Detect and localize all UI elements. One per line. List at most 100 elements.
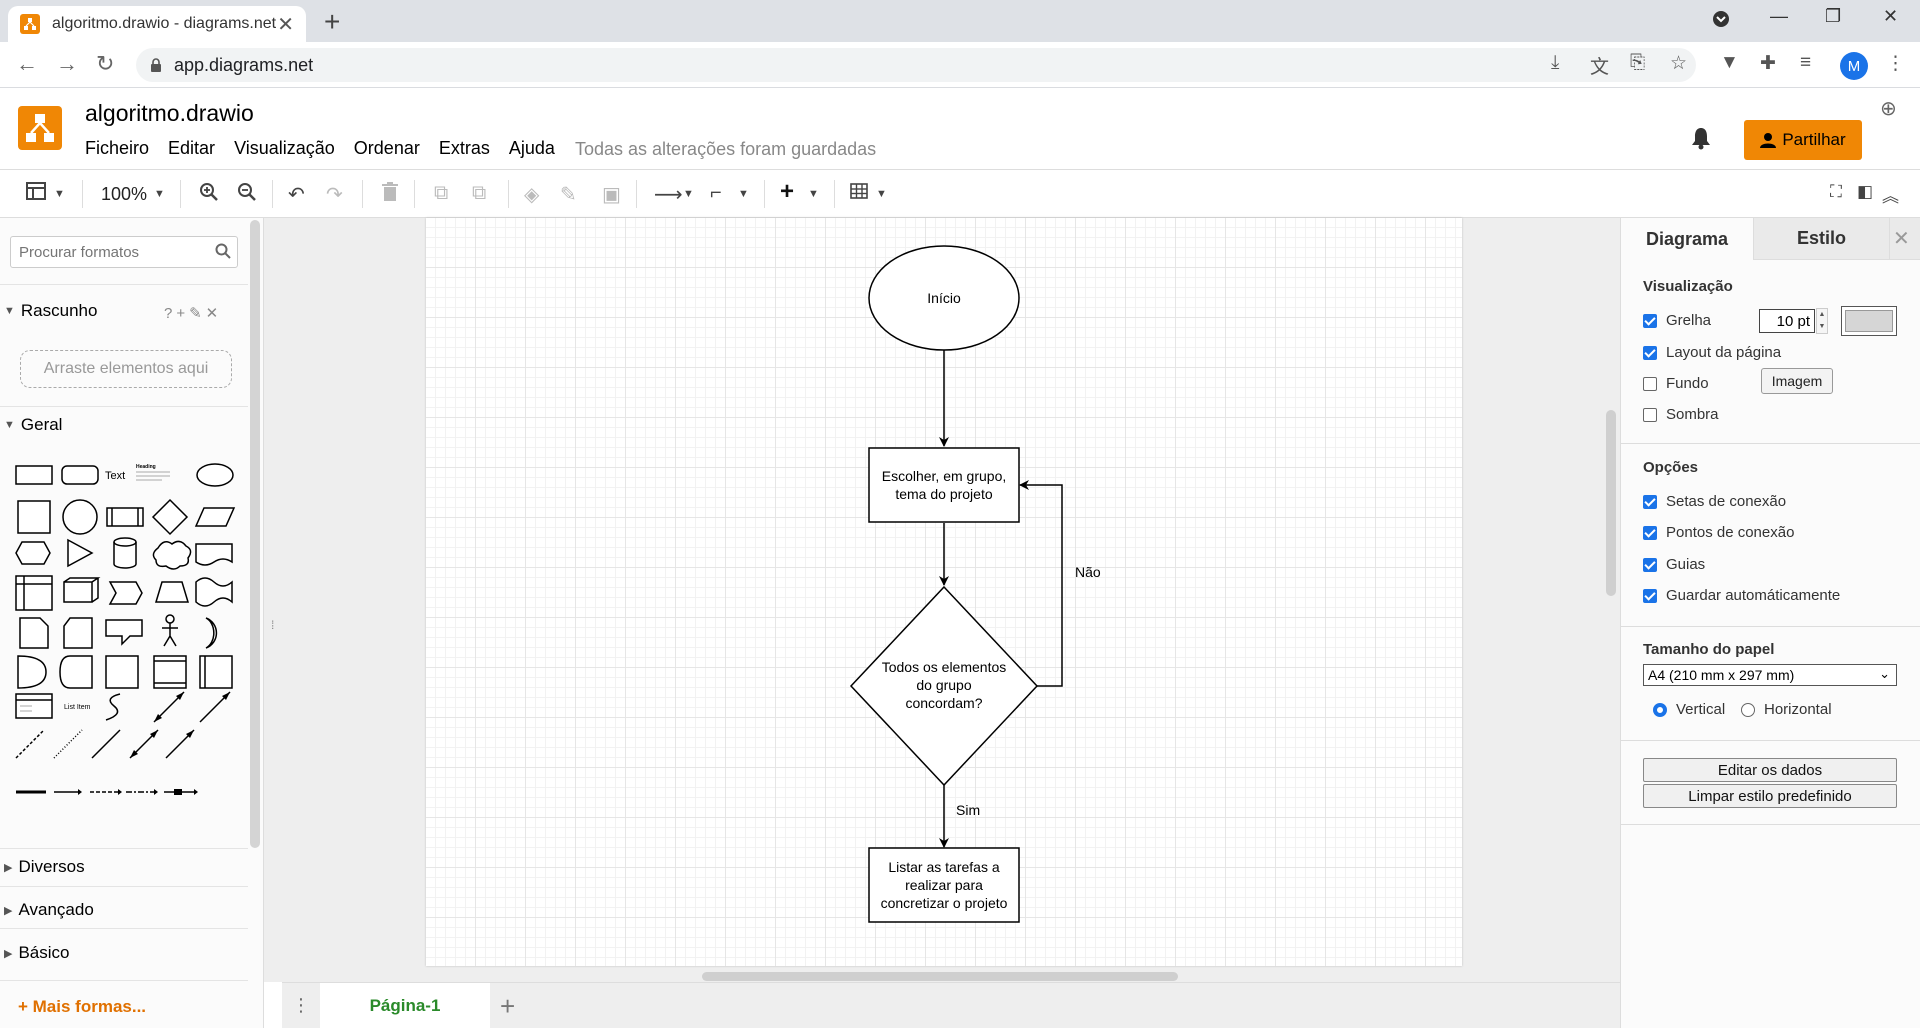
delay-shape[interactable] bbox=[17, 655, 47, 689]
close-tab-icon[interactable]: ✕ bbox=[277, 12, 294, 37]
rounded-rectangle-shape[interactable] bbox=[61, 465, 99, 485]
new-tab-icon[interactable]: + bbox=[324, 6, 340, 38]
zoom-out-icon[interactable] bbox=[237, 182, 257, 208]
text-shape[interactable]: Text bbox=[105, 470, 125, 482]
edit-data-button[interactable]: Editar os dados bbox=[1643, 758, 1897, 782]
document-title[interactable]: algoritmo.drawio bbox=[85, 100, 254, 127]
page-action-icon[interactable]: ⎘ bbox=[1630, 52, 1645, 74]
scratchpad-dropzone[interactable]: Arraste elementos aqui bbox=[20, 350, 232, 388]
note-shape[interactable] bbox=[19, 617, 49, 649]
portrait-radio[interactable] bbox=[1653, 702, 1667, 717]
search-icon[interactable] bbox=[215, 243, 231, 259]
autosave-checkbox[interactable] bbox=[1643, 588, 1657, 603]
line-shape[interactable] bbox=[91, 729, 121, 759]
guides-option[interactable]: Guias bbox=[1643, 556, 1705, 573]
menu-view[interactable]: Visualização bbox=[234, 138, 335, 159]
section-diversos-header[interactable]: ▶ Diversos bbox=[0, 850, 248, 884]
circle-shape[interactable] bbox=[62, 499, 98, 535]
hexagon-shape[interactable] bbox=[15, 541, 51, 565]
edge-yes-label[interactable]: Sim bbox=[956, 802, 980, 818]
grid-size-stepper[interactable]: ▲ ▼ bbox=[1816, 308, 1828, 334]
save-status[interactable]: Todas as alterações foram guardadas bbox=[575, 139, 876, 160]
connection-points-checkbox[interactable] bbox=[1643, 525, 1657, 540]
chevron-down-icon[interactable]: ▼ bbox=[683, 188, 694, 200]
section-avancado-header[interactable]: ▶ Avançado bbox=[0, 893, 248, 927]
extension-shield-icon[interactable]: ▼ bbox=[1720, 52, 1739, 74]
scratchpad-tools[interactable]: ?+✎✕ bbox=[164, 304, 222, 322]
dotted-line-shape[interactable] bbox=[53, 729, 83, 759]
maximize-icon[interactable]: ❐ bbox=[1825, 6, 1841, 27]
zoom-dropdown-chevron-icon[interactable]: ▼ bbox=[154, 188, 165, 200]
menu-edit[interactable]: Editar bbox=[168, 138, 215, 159]
forward-icon[interactable]: → bbox=[56, 51, 78, 77]
undo-icon[interactable]: ↶ bbox=[288, 182, 305, 207]
connection-style-icon[interactable]: ⟶ bbox=[654, 182, 683, 207]
cloud-shape[interactable] bbox=[152, 540, 192, 570]
general-header[interactable]: ▼ Geral bbox=[0, 408, 248, 442]
browser-tab[interactable]: algoritmo.drawio - diagrams.net ✕ bbox=[8, 6, 306, 42]
background-checkbox[interactable] bbox=[1643, 376, 1657, 391]
tab-style[interactable]: Estilo bbox=[1753, 218, 1889, 260]
install-app-icon[interactable]: ⤓ bbox=[1551, 52, 1559, 74]
sidebar-scrollbar[interactable] bbox=[250, 220, 260, 848]
menu-help[interactable]: Ajuda bbox=[509, 138, 555, 159]
tape-shape[interactable] bbox=[195, 577, 233, 607]
share-button[interactable]: Partilhar bbox=[1744, 120, 1862, 160]
section-basico-header[interactable]: ▶ Básico bbox=[0, 936, 248, 970]
reload-icon[interactable]: ↻ bbox=[96, 51, 114, 77]
zoom-level[interactable]: 100% bbox=[101, 184, 147, 205]
diamond-shape[interactable] bbox=[151, 498, 189, 536]
tab-diagram[interactable]: Diagrama bbox=[1621, 218, 1753, 260]
format-panel-toggle-icon[interactable] bbox=[26, 182, 46, 206]
internal-storage-shape[interactable] bbox=[105, 655, 139, 689]
page-menu-icon[interactable]: ⋮ bbox=[292, 995, 310, 1016]
insert-plus-icon[interactable]: + bbox=[780, 178, 794, 206]
language-globe-icon[interactable]: ⊕ bbox=[1880, 96, 1897, 121]
orientation-landscape-option[interactable]: Horizontal bbox=[1741, 701, 1832, 718]
step1-process[interactable] bbox=[868, 447, 1020, 523]
canvas-horizontal-scrollbar[interactable] bbox=[702, 972, 1178, 981]
canvas-vertical-scrollbar[interactable] bbox=[1606, 410, 1616, 596]
stored-data-shape[interactable] bbox=[59, 655, 93, 689]
flowchart[interactable]: Início Escolher, em grupo, tema do proje… bbox=[426, 218, 1462, 966]
callout-shape[interactable] bbox=[105, 619, 143, 646]
trapezoid-shape[interactable] bbox=[154, 581, 190, 603]
connection-arrows-option[interactable]: Setas de conexão bbox=[1643, 493, 1786, 510]
landscape-radio[interactable] bbox=[1741, 702, 1755, 717]
more-shapes-button[interactable]: + Mais formas... bbox=[18, 997, 146, 1017]
heading-shape[interactable]: Heading bbox=[136, 464, 156, 470]
tab-search-icon[interactable] bbox=[1712, 10, 1730, 33]
container-shape[interactable] bbox=[15, 575, 53, 611]
actor-shape[interactable] bbox=[165, 614, 175, 624]
connection-points-option[interactable]: Pontos de conexão bbox=[1643, 524, 1794, 541]
menu-extras[interactable]: Extras bbox=[439, 138, 490, 159]
close-window-icon[interactable]: ✕ bbox=[1883, 6, 1898, 27]
background-image-button[interactable]: Imagem bbox=[1761, 368, 1833, 394]
chevron-down-icon[interactable]: ▼ bbox=[808, 188, 819, 200]
chevron-down-icon[interactable]: ▼ bbox=[738, 188, 749, 200]
card-shape[interactable] bbox=[63, 617, 93, 649]
extensions-puzzle-icon[interactable]: ✚ bbox=[1760, 52, 1776, 75]
shadow-option[interactable]: Sombra bbox=[1643, 406, 1719, 423]
grid-option[interactable]: Grelha bbox=[1643, 312, 1711, 329]
waypoints-icon[interactable]: ⌐ bbox=[710, 182, 722, 205]
menu-file[interactable]: Ficheiro bbox=[85, 138, 149, 159]
document-shape[interactable] bbox=[195, 543, 233, 566]
square-shape[interactable] bbox=[17, 500, 51, 534]
dashed-line-shape[interactable] bbox=[15, 729, 45, 759]
orientation-portrait-option[interactable]: Vertical bbox=[1653, 701, 1725, 718]
cylinder-shape[interactable] bbox=[113, 537, 137, 569]
grid-size-input[interactable] bbox=[1759, 309, 1815, 333]
notifications-bell-icon[interactable] bbox=[1690, 126, 1712, 155]
shadow-checkbox[interactable] bbox=[1643, 407, 1657, 422]
browser-menu-icon[interactable]: ⋮ bbox=[1886, 52, 1905, 75]
fullscreen-icon[interactable]: ⛶ bbox=[1830, 182, 1842, 202]
page-tab-active[interactable]: Página-1 bbox=[320, 983, 490, 1028]
rectangle-shape[interactable] bbox=[15, 465, 53, 485]
close-panel-icon[interactable]: ✕ bbox=[1893, 226, 1910, 251]
curve-shape[interactable] bbox=[105, 693, 121, 721]
menu-arrange[interactable]: Ordenar bbox=[354, 138, 420, 159]
edge-decision-no[interactable] bbox=[1019, 480, 1063, 687]
translate-icon[interactable]: 文 bbox=[1590, 52, 1609, 79]
moon-shape[interactable] bbox=[205, 617, 218, 649]
